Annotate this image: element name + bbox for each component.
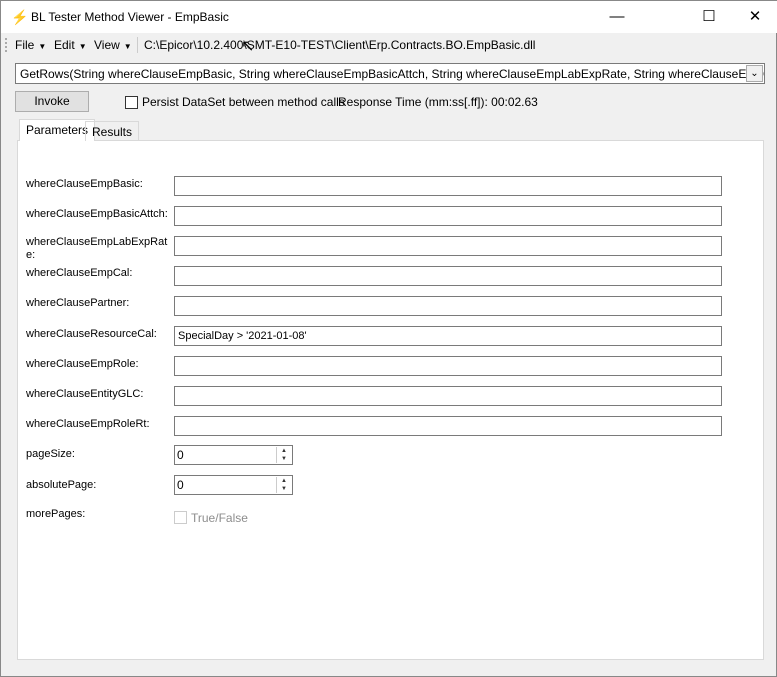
spin-arrows-icon[interactable]: ▲ ▼ xyxy=(276,447,291,463)
method-select-value: GetRows(String whereClauseEmpBasic, Stri… xyxy=(20,67,765,81)
param-label: whereClauseEmpLabExpRate: xyxy=(26,236,168,261)
param-label: whereClausePartner: xyxy=(26,297,130,309)
mouse-cursor-icon: ↖ xyxy=(241,38,255,55)
param-input[interactable] xyxy=(174,416,722,436)
param-input[interactable] xyxy=(174,386,722,406)
param-input[interactable] xyxy=(174,176,722,196)
app-lightning-icon: ⚡ xyxy=(11,9,29,25)
absolute-page-value: 0 xyxy=(177,478,184,492)
page-size-label: pageSize: xyxy=(26,448,75,460)
caret-down-icon: ▼ xyxy=(38,42,47,51)
window-title: BL Tester Method Viewer - EmpBasic xyxy=(31,10,229,24)
close-button[interactable]: ✕ xyxy=(732,1,777,33)
spin-arrows-icon[interactable]: ▲ ▼ xyxy=(276,477,291,493)
menu-file-label: File xyxy=(15,38,35,52)
param-label: whereClauseEmpRole: xyxy=(26,358,139,370)
menu-bar: File ▼ Edit ▼ View ▼ C:\Epicor\10.2.400\SMT… xyxy=(1,33,777,57)
tab-results[interactable]: Results xyxy=(85,121,140,141)
chevron-down-icon[interactable]: ⌄ xyxy=(746,65,763,82)
absolute-page-stepper[interactable]: 0 ▲ ▼ xyxy=(174,475,293,495)
param-input[interactable] xyxy=(174,296,722,316)
param-input[interactable] xyxy=(174,206,722,226)
toolbar-grip[interactable] xyxy=(5,38,7,52)
minimize-button[interactable]: — xyxy=(594,1,640,33)
more-pages-label: morePages: xyxy=(26,508,86,520)
param-label: whereClauseEntityGLC: xyxy=(26,388,144,400)
param-input[interactable] xyxy=(174,356,722,376)
menu-view[interactable]: View ▼ xyxy=(94,38,132,52)
page-size-stepper[interactable]: 0 ▲ ▼ xyxy=(174,445,293,465)
persist-label: Persist DataSet between method calls xyxy=(142,95,345,109)
param-input[interactable] xyxy=(174,266,722,286)
caret-down-icon: ▼ xyxy=(123,42,132,51)
param-label: whereClauseEmpCal: xyxy=(26,267,133,279)
persist-checkbox[interactable] xyxy=(125,96,138,109)
menu-edit-label: Edit xyxy=(54,38,75,52)
page-size-value: 0 xyxy=(177,448,184,462)
maximize-button[interactable]: ☐ xyxy=(686,1,732,33)
assembly-path: C:\Epicor\10.2.400\SMT-E10-TEST\Client\E… xyxy=(144,38,536,52)
tab-parameters[interactable]: Parameters xyxy=(19,119,96,141)
absolute-page-label: absolutePage: xyxy=(26,479,97,491)
title-bar: ⚡ BL Tester Method Viewer - EmpBasic — ☐… xyxy=(1,1,777,33)
more-pages-checkbox-label: True/False xyxy=(191,511,248,525)
param-input[interactable] xyxy=(174,236,722,256)
param-label: whereClauseEmpRoleRt: xyxy=(26,418,150,430)
param-label: whereClauseResourceCal: xyxy=(26,328,157,340)
param-label: whereClauseEmpBasic: xyxy=(26,178,143,190)
menu-view-label: View xyxy=(94,38,120,52)
caret-down-icon: ▼ xyxy=(78,42,87,51)
method-select[interactable]: GetRows(String whereClauseEmpBasic, Stri… xyxy=(15,63,765,84)
menu-edit[interactable]: Edit ▼ xyxy=(54,38,87,52)
separator xyxy=(137,37,138,53)
response-time: Response Time (mm:ss[.ff]): 00:02.63 xyxy=(338,95,538,109)
more-pages-checkbox xyxy=(174,511,187,524)
param-label: whereClauseEmpBasicAttch: xyxy=(26,208,168,220)
menu-file[interactable]: File ▼ xyxy=(15,38,46,52)
param-input[interactable]: SpecialDay > '2021-01-08' xyxy=(174,326,722,346)
invoke-button[interactable]: Invoke xyxy=(15,91,89,112)
